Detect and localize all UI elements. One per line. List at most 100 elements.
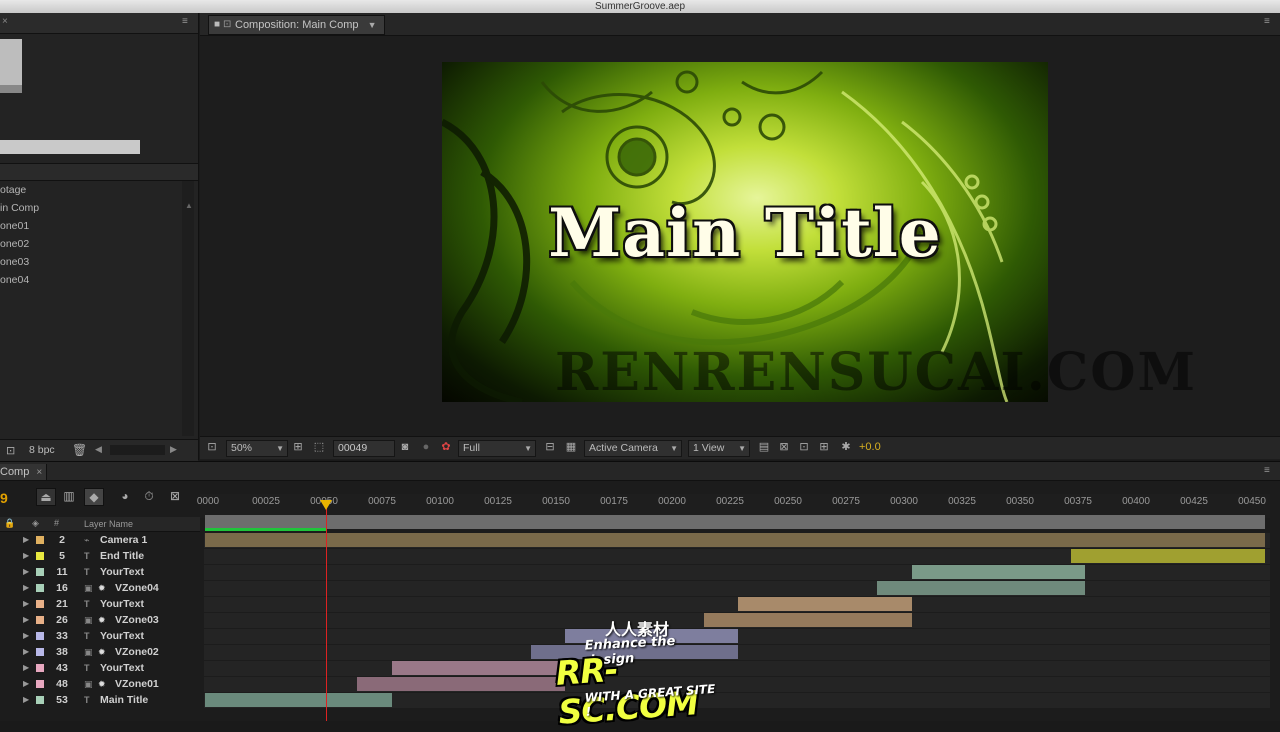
twirl-down-icon[interactable]: ▶ — [23, 580, 29, 596]
camera-view-select[interactable]: Active Camera ▼ — [584, 440, 682, 457]
layer-label-color[interactable] — [36, 584, 44, 592]
layer-duration-bar[interactable] — [911, 565, 1085, 579]
layer-duration-bar[interactable] — [357, 677, 566, 691]
layer-label-color[interactable] — [36, 600, 44, 608]
scroll-left-icon[interactable]: ◀ — [95, 444, 102, 455]
layer-label-color[interactable] — [36, 552, 44, 560]
region-of-interest-icon[interactable]: ⬚ — [313, 441, 325, 453]
toggle-pixel-aspect-icon[interactable]: ▤ — [758, 441, 770, 453]
layer-duration-bar[interactable] — [392, 661, 566, 675]
twirl-down-icon[interactable]: ▶ — [23, 532, 29, 548]
layer-label-color[interactable] — [36, 536, 44, 544]
project-item[interactable]: otage — [0, 181, 180, 199]
layer-track[interactable] — [204, 661, 1270, 676]
layer-label-color[interactable] — [36, 616, 44, 624]
twirl-down-icon[interactable]: ▶ — [23, 628, 29, 644]
layer-label-color[interactable] — [36, 680, 44, 688]
layer-name[interactable]: YourText — [100, 660, 144, 676]
current-time-field[interactable]: 00049 — [333, 440, 395, 457]
twirl-down-icon[interactable]: ▶ — [23, 564, 29, 580]
layer-row[interactable]: ▶ 2 ⌁ Camera 1 — [0, 532, 200, 548]
safe-margins-icon[interactable]: ⊞ — [292, 441, 304, 453]
exposure-reset-icon[interactable]: ✱ — [840, 441, 852, 453]
snapshot-camera-icon[interactable]: ◙ — [399, 441, 411, 453]
bpc-toggle[interactable]: 8 bpc — [29, 444, 55, 456]
twirl-down-icon[interactable]: ▶ — [23, 612, 29, 628]
layer-name[interactable]: YourText — [100, 564, 144, 580]
layer-duration-bar[interactable] — [205, 693, 393, 707]
project-item[interactable]: one03 — [0, 253, 180, 271]
timeline-icon[interactable]: ⊡ — [798, 441, 810, 453]
color-channels-icon[interactable]: ✿ — [440, 441, 452, 453]
twirl-down-icon[interactable]: ▶ — [23, 596, 29, 612]
panel-menu-icon[interactable]: ≡ — [182, 17, 192, 27]
show-snapshot-icon[interactable]: ● — [420, 441, 432, 453]
layer-label-color[interactable] — [36, 568, 44, 576]
close-icon[interactable]: × — [2, 16, 8, 27]
transparency-grid-icon[interactable]: ▦ — [565, 441, 577, 453]
layer-name[interactable]: VZone03 — [115, 612, 159, 628]
layer-duration-bar[interactable] — [1071, 549, 1265, 563]
magnification-select[interactable]: 50% ▼ — [226, 440, 288, 457]
layer-name[interactable]: VZone02 — [115, 644, 159, 660]
interpret-footage-icon[interactable]: ⊡ — [6, 444, 15, 457]
layer-row[interactable]: ▶ 38 ▣ ✹ VZone02 — [0, 644, 200, 660]
layer-row[interactable]: ▶ 53 T Main Title — [0, 692, 200, 708]
panel-menu-icon[interactable]: ≡ — [1264, 17, 1274, 27]
layer-row[interactable]: ▶ 21 T YourText — [0, 596, 200, 612]
layer-row[interactable]: ▶ 11 T YourText — [0, 564, 200, 580]
layer-duration-bar[interactable] — [703, 613, 912, 627]
fast-preview-renderer-icon[interactable]: ⊠ — [778, 441, 790, 453]
project-scrollbar[interactable]: ▲ — [182, 181, 194, 436]
layer-name[interactable]: YourText — [100, 628, 144, 644]
tab-composition-main-comp[interactable]: ■ ⊡ Composition: Main Comp ▼ — [208, 15, 386, 35]
exposure-value[interactable]: +0.0 — [859, 441, 881, 453]
lock-icon[interactable]: ■ — [214, 16, 220, 34]
trash-icon[interactable]: 🗑 — [72, 443, 87, 457]
current-time-indicator[interactable] — [320, 500, 332, 510]
fast-previews-icon[interactable]: ⊟ — [544, 441, 556, 453]
view-layout-select[interactable]: 1 View ▼ — [688, 440, 750, 457]
layer-row[interactable]: ▶ 48 ▣ ✹ VZone01 — [0, 676, 200, 692]
twirl-down-icon[interactable]: ▶ — [23, 692, 29, 708]
layer-number: 33 — [56, 630, 68, 642]
layer-track[interactable] — [204, 565, 1270, 580]
scroll-right-icon[interactable]: ▶ — [170, 444, 177, 455]
layer-row[interactable]: ▶ 26 ▣ ✹ VZone03 — [0, 612, 200, 628]
layer-name[interactable]: VZone01 — [115, 676, 159, 692]
project-search-field[interactable] — [0, 140, 140, 154]
layer-duration-bar[interactable] — [877, 581, 1085, 595]
chevron-down-icon[interactable]: ▼ — [368, 20, 377, 30]
horizontal-scrollbar[interactable] — [110, 445, 165, 455]
layer-track[interactable] — [204, 581, 1270, 596]
layer-duration-bar[interactable] — [738, 597, 912, 611]
twirl-down-icon[interactable]: ▶ — [23, 548, 29, 564]
layer-name[interactable]: Main Title — [100, 692, 148, 708]
scroll-up-icon[interactable]: ▲ — [185, 201, 193, 210]
layer-row[interactable]: ▶ 43 T YourText — [0, 660, 200, 676]
layer-row[interactable]: ▶ 33 T YourText — [0, 628, 200, 644]
project-item[interactable]: one01 — [0, 217, 180, 235]
twirl-down-icon[interactable]: ▶ — [23, 644, 29, 660]
playhead-line[interactable] — [326, 502, 327, 721]
project-item[interactable]: one04 — [0, 271, 180, 289]
layer-name[interactable]: VZone04 — [115, 580, 159, 596]
layer-row[interactable]: ▶ 16 ▣ ✹ VZone04 — [0, 580, 200, 596]
flowchart-icon[interactable]: ⊞ — [818, 441, 830, 453]
layer-duration-bar[interactable] — [205, 533, 1265, 547]
layer-label-color[interactable] — [36, 632, 44, 640]
always-preview-icon[interactable]: ⊡ — [206, 441, 218, 453]
twirl-down-icon[interactable]: ▶ — [23, 676, 29, 692]
layer-label-color[interactable] — [36, 664, 44, 672]
layer-row[interactable]: ▶ 5 T End Title — [0, 548, 200, 564]
layer-label-color[interactable] — [36, 648, 44, 656]
layer-label-color[interactable] — [36, 696, 44, 704]
resolution-select[interactable]: Full ▼ — [458, 440, 536, 457]
layer-name[interactable]: Camera 1 — [100, 532, 147, 548]
layer-name[interactable]: YourText — [100, 596, 144, 612]
twirl-down-icon[interactable]: ▶ — [23, 660, 29, 676]
project-item[interactable]: one02 — [0, 235, 180, 253]
layer-name[interactable]: End Title — [100, 548, 144, 564]
layer-track[interactable] — [204, 597, 1270, 612]
project-item[interactable]: in Comp — [0, 199, 180, 217]
